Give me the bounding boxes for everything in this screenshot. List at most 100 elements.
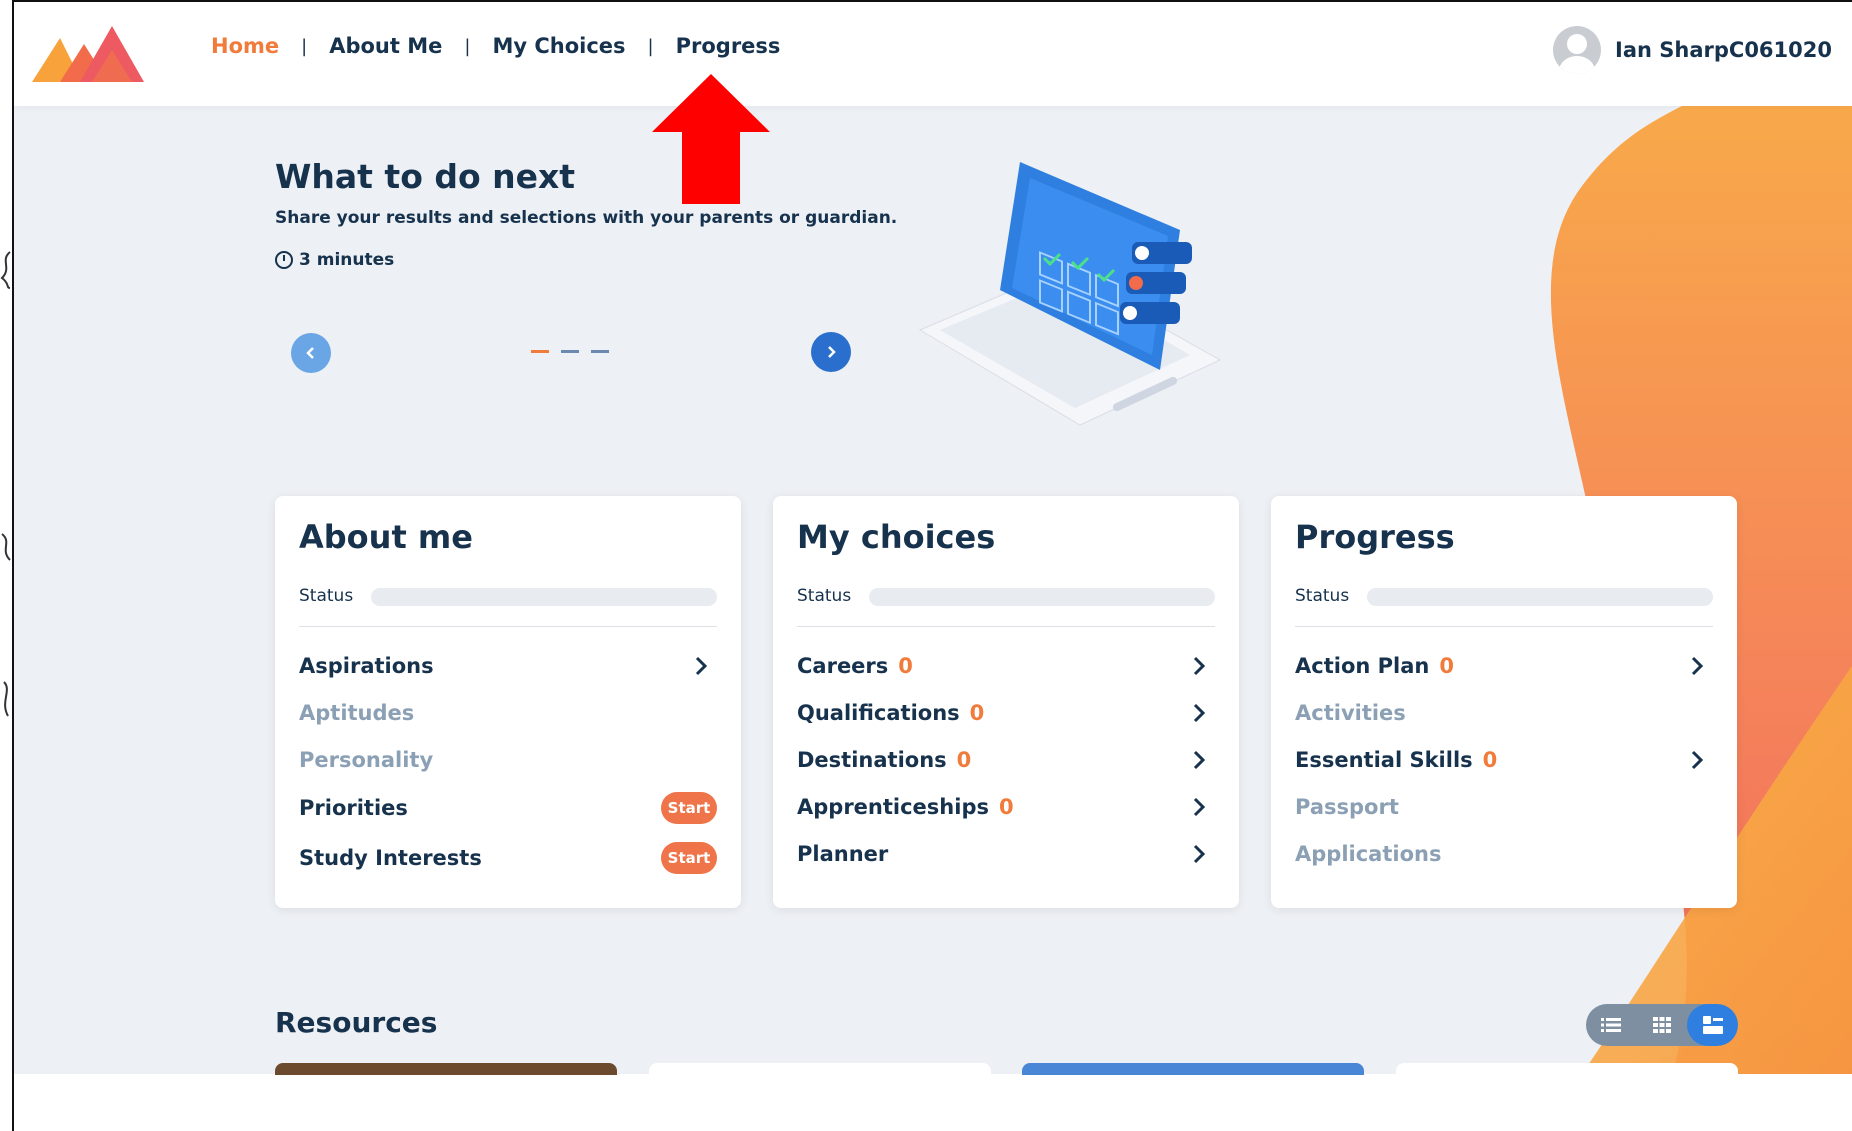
card-item-destinations[interactable]: Destinations 0 xyxy=(797,744,1215,776)
divider xyxy=(299,626,717,627)
carousel-dot[interactable] xyxy=(561,350,579,353)
item-label: Destinations xyxy=(797,748,947,772)
status-label: Status xyxy=(1295,586,1350,606)
grid-view-icon xyxy=(1653,1017,1671,1033)
card-item-apprenticeships[interactable]: Apprenticeships 0 xyxy=(797,791,1215,823)
card-about-me: About me Status Aspirations Aptitudes Pe… xyxy=(275,496,741,908)
nav-separator: | xyxy=(464,35,471,57)
nav-about-me[interactable]: About Me xyxy=(329,34,442,58)
chevron-right-icon[interactable] xyxy=(1187,842,1211,866)
brand-logo[interactable] xyxy=(32,20,152,84)
duration-text: 3 minutes xyxy=(299,250,395,270)
list-view-icon xyxy=(1601,1018,1622,1032)
item-label: Priorities xyxy=(299,796,408,820)
chevron-right-icon[interactable] xyxy=(1685,654,1709,678)
card-item-priorities[interactable]: Priorities Start xyxy=(299,792,717,824)
scribble-mark xyxy=(0,251,11,289)
card-title: About me xyxy=(299,518,473,556)
chevron-right-icon[interactable] xyxy=(689,654,713,678)
hero-title: What to do next xyxy=(275,157,576,196)
card-view-icon xyxy=(1702,1016,1723,1034)
card-item-personality: Personality xyxy=(299,744,717,776)
annotation-arrow-icon xyxy=(652,74,770,204)
chevron-right-icon xyxy=(828,346,836,358)
item-label: Study Interests xyxy=(299,846,482,870)
carousel-prev-button[interactable] xyxy=(291,333,331,373)
resource-card[interactable] xyxy=(1022,1063,1364,1075)
resources-title: Resources xyxy=(275,1006,438,1039)
status-progress-bar xyxy=(1367,588,1713,606)
card-item-aspirations[interactable]: Aspirations xyxy=(299,650,717,682)
item-label: Activities xyxy=(1295,701,1406,725)
resource-card[interactable] xyxy=(649,1063,991,1075)
item-label: Passport xyxy=(1295,795,1399,819)
item-count: 0 xyxy=(1439,654,1454,678)
scribble-mark xyxy=(3,681,9,717)
carousel-dot[interactable] xyxy=(591,350,609,353)
status-progress-bar xyxy=(869,588,1215,606)
view-toggle xyxy=(1586,1004,1738,1046)
item-count: 0 xyxy=(898,654,913,678)
chevron-left-icon xyxy=(306,347,314,359)
card-item-applications: Applications xyxy=(1295,838,1713,870)
start-badge[interactable]: Start xyxy=(661,792,717,824)
card-item-planner[interactable]: Planner xyxy=(797,838,1215,870)
nav-home[interactable]: Home xyxy=(211,34,279,58)
card-title: Progress xyxy=(1295,518,1455,556)
main-nav: Home | About Me | My Choices | Progress xyxy=(211,34,780,58)
item-label: Applications xyxy=(1295,842,1442,866)
status-label: Status xyxy=(299,586,354,606)
card-item-action-plan[interactable]: Action Plan 0 xyxy=(1295,650,1713,682)
chevron-right-icon[interactable] xyxy=(1187,701,1211,725)
nav-my-choices[interactable]: My Choices xyxy=(492,34,625,58)
hero-duration: 3 minutes xyxy=(275,250,394,270)
nav-separator: | xyxy=(647,35,654,57)
list-view-button[interactable] xyxy=(1586,1004,1637,1046)
top-navigation-bar: Home | About Me | My Choices | Progress … xyxy=(14,2,1852,106)
card-view-button[interactable] xyxy=(1687,1004,1738,1046)
item-label: Action Plan xyxy=(1295,654,1430,678)
scribble-mark xyxy=(1,533,11,561)
item-label: Apprenticeships xyxy=(797,795,989,819)
item-label: Qualifications xyxy=(797,701,960,725)
clock-icon xyxy=(275,251,293,269)
chevron-right-icon[interactable] xyxy=(1187,748,1211,772)
card-item-aptitudes: Aptitudes xyxy=(299,697,717,729)
card-item-careers[interactable]: Careers 0 xyxy=(797,650,1215,682)
card-my-choices: My choices Status Careers 0 Qualificatio… xyxy=(773,496,1239,908)
card-progress: Progress Status Action Plan 0 Activities… xyxy=(1271,496,1737,908)
card-item-study-interests[interactable]: Study Interests Start xyxy=(299,842,717,874)
carousel-next-button[interactable] xyxy=(811,332,851,372)
item-label: Planner xyxy=(797,842,889,866)
grid-view-button[interactable] xyxy=(1637,1004,1688,1046)
status-label: Status xyxy=(797,586,852,606)
resource-card[interactable] xyxy=(1396,1063,1738,1075)
resource-card[interactable] xyxy=(275,1063,617,1075)
carousel-pagination xyxy=(531,350,609,353)
item-label: Aspirations xyxy=(299,654,434,678)
divider xyxy=(797,626,1215,627)
start-badge[interactable]: Start xyxy=(661,842,717,874)
card-item-passport: Passport xyxy=(1295,791,1713,823)
carousel-dot[interactable] xyxy=(531,350,549,353)
item-label: Personality xyxy=(299,748,434,772)
nav-progress[interactable]: Progress xyxy=(676,34,781,58)
item-label: Careers xyxy=(797,654,889,678)
card-item-essential-skills[interactable]: Essential Skills 0 xyxy=(1295,744,1713,776)
chevron-right-icon[interactable] xyxy=(1187,795,1211,819)
item-count: 0 xyxy=(1482,748,1498,772)
card-item-qualifications[interactable]: Qualifications 0 xyxy=(797,697,1215,729)
item-label: Aptitudes xyxy=(299,701,415,725)
user-menu[interactable]: Ian SharpC061020 xyxy=(1553,26,1832,74)
avatar[interactable] xyxy=(1553,26,1602,74)
hero-subtitle: Share your results and selections with y… xyxy=(275,208,898,228)
divider xyxy=(1295,626,1713,627)
chevron-right-icon[interactable] xyxy=(1187,654,1211,678)
user-name[interactable]: Ian SharpC061020 xyxy=(1615,38,1832,62)
chevron-right-icon[interactable] xyxy=(1685,748,1709,772)
card-item-activities: Activities xyxy=(1295,697,1713,729)
item-count: 0 xyxy=(998,795,1014,819)
item-count: 0 xyxy=(969,701,985,725)
item-label: Essential Skills xyxy=(1295,748,1473,772)
status-progress-bar xyxy=(371,588,717,606)
